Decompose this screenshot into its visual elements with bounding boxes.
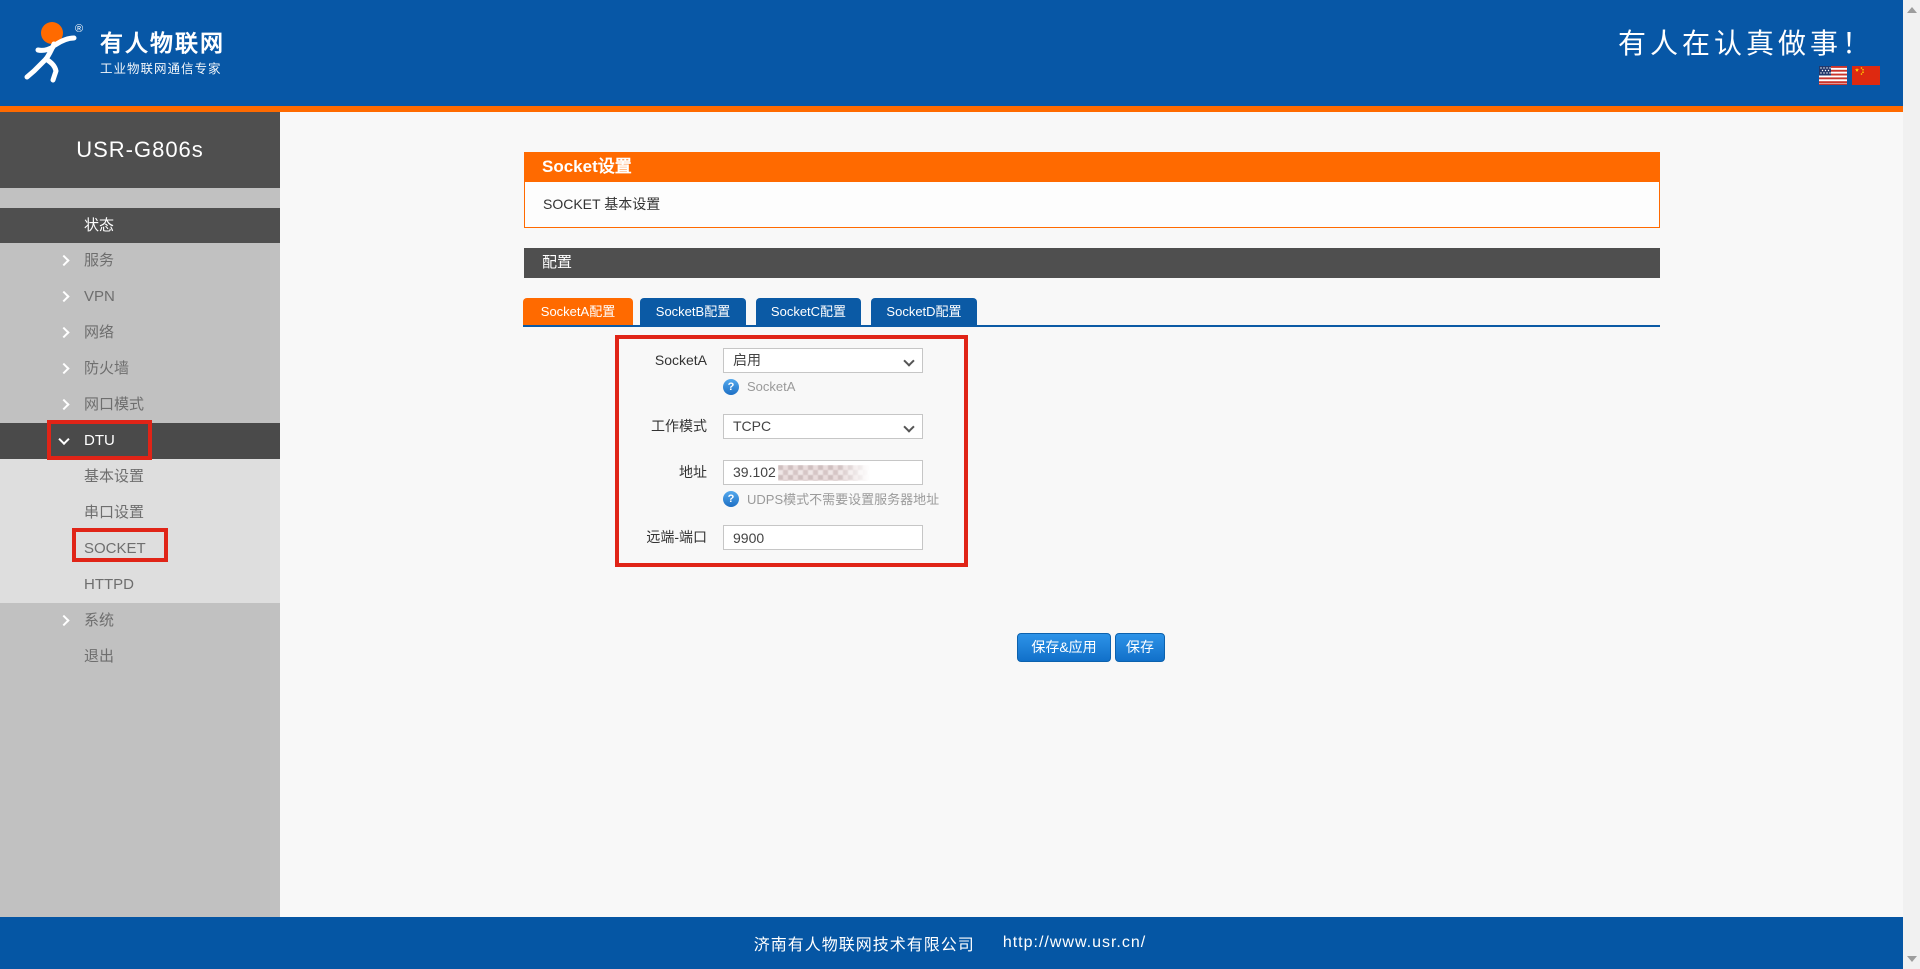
sidebar-separator [0, 188, 280, 208]
sidebar-item-status[interactable]: 状态 [0, 208, 280, 243]
address-input[interactable]: 39.102 [723, 460, 923, 485]
tab-socket-d[interactable]: SocketD配置 [871, 298, 977, 325]
help-text: SocketA [747, 379, 796, 394]
socketa-label: SocketA [654, 352, 707, 368]
sidebar-item-label: SOCKET [84, 540, 146, 557]
chevron-down-icon [58, 433, 70, 446]
config-section-title: 配置 [524, 248, 1660, 278]
sidebar-item-label: 系统 [84, 612, 115, 629]
sidebar-item-label: DTU [84, 432, 115, 449]
english-language-flag-icon[interactable] [1819, 66, 1847, 85]
footer-company: 济南有人物联网技术有限公司 [753, 937, 975, 954]
chevron-right-icon [58, 290, 70, 303]
remote-port-label: 远端-端口 [646, 529, 707, 545]
sidebar-item-vpn[interactable]: VPN [0, 279, 280, 315]
sidebar-item-dtu[interactable]: DTU [0, 423, 280, 459]
sidebar-item-service[interactable]: 服务 [0, 243, 280, 279]
chevron-down-icon [903, 421, 915, 433]
socket-settings-panel-subtitle: SOCKET 基本设置 [524, 182, 1660, 228]
footer: 济南有人物联网技术有限公司 http://www.usr.cn/ [0, 917, 1920, 969]
socketa-select-value: 启用 [733, 352, 761, 368]
sidebar-item-logout[interactable]: 退出 [0, 639, 280, 675]
sidebar-item-socket[interactable]: SOCKET [0, 531, 280, 567]
help-text: UDPS模式不需要设置服务器地址 [747, 492, 940, 507]
censored-mosaic [777, 465, 870, 482]
sidebar-item-firewall[interactable]: 防火墙 [0, 351, 280, 387]
page: ® 有人物联网 工业物联网通信专家 有人在认真做事！ USR-G806s 状态 … [0, 0, 1920, 969]
help-icon: ? [723, 378, 739, 395]
sidebar-item-label: 网口模式 [84, 396, 145, 413]
tab-socket-a[interactable]: SocketA配置 [523, 298, 633, 325]
tab-socket-c[interactable]: SocketC配置 [756, 298, 861, 325]
sidebar-item-label: VPN [84, 288, 115, 305]
chevron-right-icon [58, 398, 70, 411]
usr-logo-icon: ® [24, 22, 83, 83]
scroll-down-icon[interactable] [1907, 956, 1917, 962]
sidebar-item-network[interactable]: 网络 [0, 315, 280, 351]
save-button[interactable]: 保存 [1115, 633, 1165, 662]
work-mode-select-value: TCPC [733, 418, 772, 434]
footer-url[interactable]: http://www.usr.cn/ [1003, 934, 1146, 952]
sidebar-item-label: 基本设置 [84, 468, 145, 485]
chevron-down-icon [903, 355, 915, 367]
vertical-scrollbar[interactable] [1903, 0, 1920, 969]
main-content: Socket设置 SOCKET 基本设置 配置 SocketA配置 Socket… [280, 112, 1903, 917]
chevron-right-icon [58, 614, 70, 627]
address-label: 地址 [679, 464, 707, 480]
sidebar-item-label: 防火墙 [84, 360, 130, 377]
brand-subtitle: 工业物联网通信专家 [100, 62, 222, 76]
registered-mark: ® [75, 23, 83, 35]
sidebar-item-label: 网络 [84, 324, 115, 341]
chevron-right-icon [58, 362, 70, 375]
brand-slogan: 有人在认真做事！ [1617, 28, 1874, 59]
chinese-language-flag-icon[interactable] [1852, 66, 1880, 85]
help-icon: ? [723, 490, 739, 507]
scroll-up-icon[interactable] [1907, 7, 1917, 13]
tab-underline [523, 325, 1660, 327]
remote-port-input[interactable] [723, 525, 923, 550]
chevron-right-icon [58, 326, 70, 339]
sidebar-nav: USR-G806s 状态 服务 VPN 网络 防火墙 网口模式 DTU 基本设置… [0, 112, 280, 917]
sidebar-item-label: 状态 [84, 217, 115, 234]
sidebar-item-label: 服务 [84, 252, 115, 269]
work-mode-label: 工作模式 [651, 418, 707, 434]
work-mode-select[interactable]: TCPC [723, 414, 923, 439]
sidebar-item-port-mode[interactable]: 网口模式 [0, 387, 280, 423]
device-title: USR-G806s [0, 112, 280, 188]
brand-name: 有人物联网 [100, 30, 225, 56]
socket-settings-panel-title: Socket设置 [524, 152, 1660, 182]
top-header: ® 有人物联网 工业物联网通信专家 有人在认真做事！ [0, 0, 1920, 106]
address-help: ? UDPS模式不需要设置服务器地址 [723, 490, 939, 507]
socketa-help: ? SocketA [723, 378, 795, 395]
tab-socket-b[interactable]: SocketB配置 [640, 298, 746, 325]
socketa-select[interactable]: 启用 [723, 348, 923, 373]
chevron-right-icon [58, 254, 70, 267]
save-apply-button[interactable]: 保存&应用 [1017, 633, 1111, 662]
sidebar-item-label: 退出 [84, 648, 115, 665]
sidebar-item-label: HTTPD [84, 576, 134, 593]
sidebar-item-label: 串口设置 [84, 504, 145, 521]
sidebar-item-system[interactable]: 系统 [0, 603, 280, 639]
address-input-value: 39.102 [733, 464, 776, 480]
sidebar-item-serial-settings[interactable]: 串口设置 [0, 495, 280, 531]
sidebar-item-httpd[interactable]: HTTPD [0, 567, 280, 603]
sidebar-item-basic-settings[interactable]: 基本设置 [0, 459, 280, 495]
